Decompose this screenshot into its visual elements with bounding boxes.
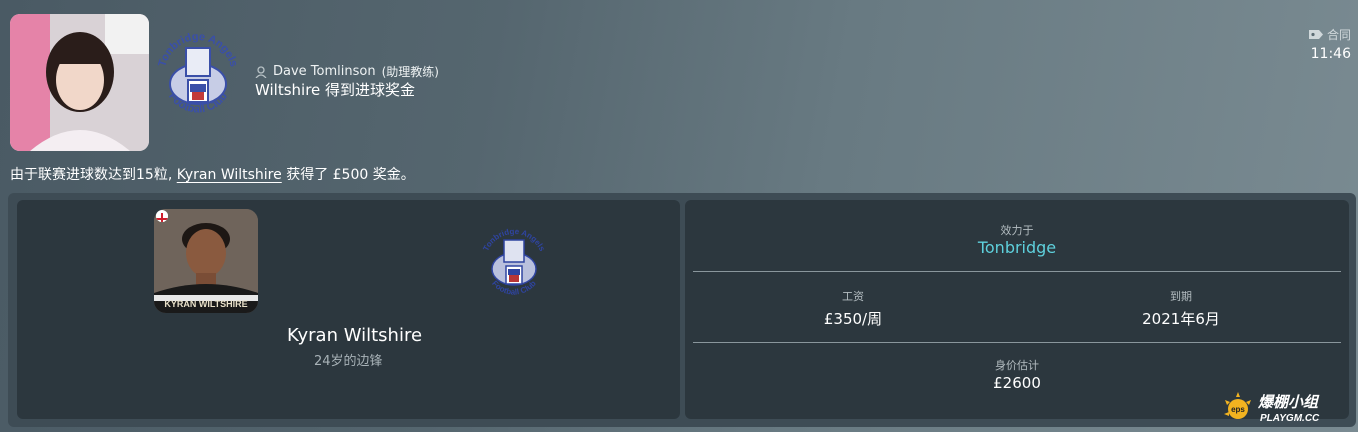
svg-text:KYRAN WILTSHIRE: KYRAN WILTSHIRE [164,299,247,309]
person-icon [255,65,267,78]
watermark-logo: eps 爆棚小组 PLAYGM.CC [1222,388,1354,428]
club-label: 效力于 [1000,224,1034,237]
club-crest-small[interactable]: Tonbridge Angels Football Club [477,222,551,306]
body-suffix: 获得了 £500 奖金。 [286,167,415,183]
svg-text:爆棚小组: 爆棚小组 [1257,393,1320,411]
expiry-value: 2021年6月 [1142,310,1220,328]
value-label: 身价估计 [995,359,1039,372]
england-flag-icon [156,210,168,222]
message-meta: 合同 11:46 [1308,26,1351,62]
sender-name[interactable]: Dave Tomlinson [273,64,376,79]
sender-avatar[interactable] [10,14,149,151]
player-link[interactable]: Kyran Wiltshire [177,167,282,183]
wage-value: £350/周 [823,310,883,328]
message-body: 由于联赛进球数达到15粒, Kyran Wiltshire 获得了 £500 奖… [10,164,415,184]
tag-icon [1308,30,1323,39]
svg-text:PLAYGM.CC: PLAYGM.CC [1260,413,1320,424]
player-subtitle: 24岁的边锋 [314,354,383,369]
wage-label: 工资 [842,290,864,303]
player-contract-card: KYRAN WILTSHIRE Tonbridge Angels Footbal… [8,193,1356,427]
expiry-label: 到期 [1170,290,1192,303]
divider [693,271,1341,272]
sender-portrait-image [10,14,149,151]
player-portrait-image: KYRAN WILTSHIRE [154,209,258,313]
sender-role: (助理教练) [381,65,439,79]
sender-line: Dave Tomlinson (助理教练) [255,63,439,80]
message-time: 11:46 [1310,46,1351,62]
body-prefix: 由于联赛进球数达到15粒, [10,167,173,183]
tag-label: 合同 [1326,28,1351,42]
divider [693,342,1341,343]
svg-text:eps: eps [1231,405,1245,414]
message-subject: Wiltshire 得到进球奖金 [255,81,416,99]
club-value[interactable]: Tonbridge [685,238,1349,257]
club-crest-logo[interactable]: Tonbridge Angels Football Club [152,26,244,130]
player-photo[interactable]: KYRAN WILTSHIRE [154,209,258,313]
contract-panel: 效力于 Tonbridge 工资 £350/周 到期 2021年6月 身价估计 … [685,200,1349,419]
message-tag: 合同 [1308,26,1351,43]
player-name[interactable]: Kyran Wiltshire [287,325,422,346]
player-panel[interactable]: KYRAN WILTSHIRE Tonbridge Angels Footbal… [17,200,680,419]
